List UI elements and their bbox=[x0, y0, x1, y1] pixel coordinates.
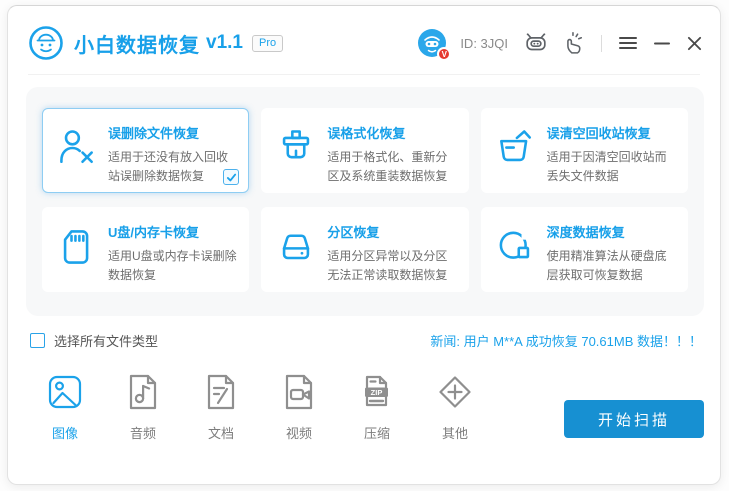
filetype-archive[interactable]: ZIP 压缩 bbox=[354, 372, 400, 442]
recovery-modes-panel: 误删除文件恢复 适用于还没有放入回收站误删除数据恢复 误格式化恢 bbox=[26, 87, 704, 316]
app-title: 小白数据恢复 bbox=[74, 29, 200, 58]
filetype-other[interactable]: 其他 bbox=[432, 372, 478, 442]
card-desc: 适用U盘或内存卡误删除数据恢复 bbox=[108, 247, 238, 284]
card-desc: 适用于还没有放入回收站误删除数据恢复 bbox=[108, 148, 238, 185]
filetype-video[interactable]: 视频 bbox=[276, 372, 322, 442]
pro-badge: Pro bbox=[252, 35, 283, 52]
news-ticker: 新闻: 用户 M**A 成功恢复 70.61MB 数据！！！ bbox=[430, 331, 702, 350]
user-x-icon bbox=[55, 126, 99, 170]
hand-click-icon[interactable] bbox=[562, 31, 586, 55]
select-all-filetypes[interactable]: 选择所有文件类型 bbox=[30, 331, 158, 350]
file-type-selector: 图像 音频 文档 bbox=[42, 372, 478, 442]
header-separator bbox=[28, 74, 700, 75]
card-desc: 适用于格式化、重新分区及系统重装数据恢复 bbox=[327, 148, 457, 185]
filetype-document[interactable]: 文档 bbox=[198, 372, 244, 442]
filetype-label: 音频 bbox=[130, 423, 156, 442]
zip-icon-text: ZIP bbox=[371, 388, 383, 397]
header-divider-line bbox=[601, 35, 602, 52]
filetype-label: 其他 bbox=[442, 423, 468, 442]
card-usb-sd-recovery[interactable]: U盘/内存卡恢复 适用U盘或内存卡误删除数据恢复 bbox=[42, 207, 249, 292]
card-title: 误清空回收站恢复 bbox=[547, 123, 677, 142]
select-all-label: 选择所有文件类型 bbox=[54, 331, 158, 350]
title-bar: 小白数据恢复 v1.1 Pro V ID: 3JQI bbox=[28, 14, 704, 72]
app-logo-icon bbox=[28, 25, 64, 61]
close-button[interactable] bbox=[685, 34, 704, 53]
start-scan-button[interactable]: 开始扫描 bbox=[564, 400, 704, 438]
video-icon bbox=[279, 372, 319, 412]
filetype-label: 文档 bbox=[208, 423, 234, 442]
service-robot-icon[interactable] bbox=[523, 30, 549, 56]
card-desc: 使用精准算法从硬盘底层获取可恢复数据 bbox=[547, 247, 677, 284]
card-desc: 适用于因清空回收站而丢失文件数据 bbox=[547, 148, 677, 185]
card-recycle-bin-recovery[interactable]: 误清空回收站恢复 适用于因清空回收站而丢失文件数据 bbox=[481, 108, 688, 193]
filetype-image[interactable]: 图像 bbox=[42, 372, 88, 442]
vip-badge: V bbox=[437, 47, 451, 61]
card-title: 深度数据恢复 bbox=[547, 222, 677, 241]
document-icon bbox=[201, 372, 241, 412]
filetype-label: 图像 bbox=[52, 423, 78, 442]
card-checkbox-checked[interactable] bbox=[223, 169, 239, 185]
card-title: 误格式化恢复 bbox=[327, 123, 457, 142]
card-deleted-file-recovery[interactable]: 误删除文件恢复 适用于还没有放入回收站误删除数据恢复 bbox=[42, 108, 249, 193]
card-desc: 适用分区异常以及分区无法正常读取数据恢复 bbox=[327, 247, 457, 284]
minimize-button[interactable] bbox=[652, 33, 672, 53]
user-avatar[interactable]: V bbox=[417, 28, 447, 58]
audio-icon bbox=[123, 372, 163, 412]
card-partition-recovery[interactable]: 分区恢复 适用分区异常以及分区无法正常读取数据恢复 bbox=[261, 207, 468, 292]
other-plus-icon bbox=[435, 372, 475, 412]
filetype-label: 压缩 bbox=[364, 423, 390, 442]
select-all-checkbox[interactable] bbox=[30, 333, 45, 348]
image-icon bbox=[45, 372, 85, 412]
menu-button[interactable] bbox=[617, 34, 639, 52]
filetype-label: 视频 bbox=[286, 423, 312, 442]
card-format-recovery[interactable]: 误格式化恢复 适用于格式化、重新分区及系统重装数据恢复 bbox=[261, 108, 468, 193]
sd-card-icon bbox=[55, 225, 99, 269]
user-id: ID: 3JQI bbox=[460, 36, 508, 51]
app-version: v1.1 bbox=[206, 32, 243, 54]
recycle-bin-icon bbox=[494, 126, 538, 170]
hard-drive-icon bbox=[274, 225, 318, 269]
card-title: U盘/内存卡恢复 bbox=[108, 222, 238, 241]
deep-scan-icon bbox=[494, 225, 538, 269]
card-deep-recovery[interactable]: 深度数据恢复 使用精准算法从硬盘底层获取可恢复数据 bbox=[481, 207, 688, 292]
card-title: 分区恢复 bbox=[327, 222, 457, 241]
card-title: 误删除文件恢复 bbox=[108, 123, 238, 142]
format-brush-icon bbox=[274, 126, 318, 170]
app-window: 小白数据恢复 v1.1 Pro V ID: 3JQI bbox=[7, 5, 721, 485]
zip-icon: ZIP bbox=[357, 372, 397, 412]
filetype-audio[interactable]: 音频 bbox=[120, 372, 166, 442]
